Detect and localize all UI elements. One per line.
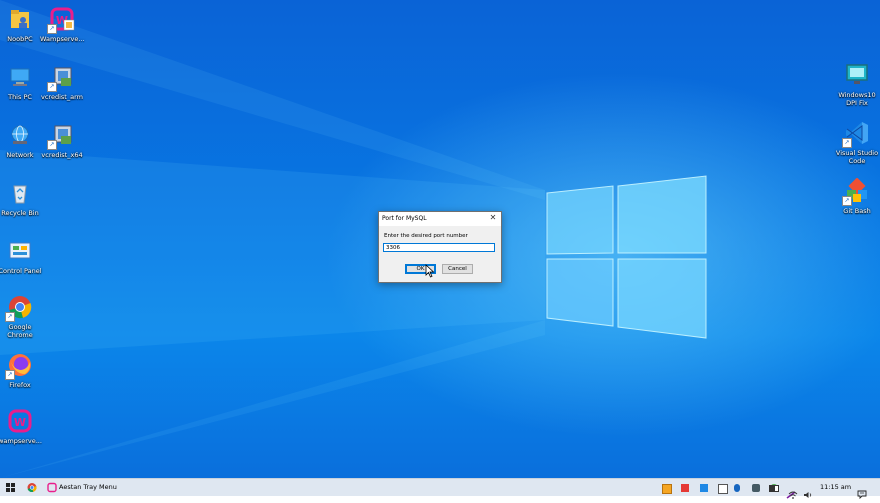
wampserver-icon: W ↗ [47,6,75,34]
desktop-icon-wampserver[interactable]: W ↗ Wampserve... [40,6,85,43]
dialog-title: Port for MySQL [382,215,427,222]
shortcut-arrow-icon: ↗ [842,196,852,206]
user-folder-icon [7,6,33,32]
desktop-icon-network[interactable]: Network [0,122,42,159]
tray-app-icon[interactable] [700,484,708,492]
network-icon [7,122,33,148]
tray-app-icon[interactable] [718,484,728,494]
wampserver-icon [47,482,57,493]
desktop-icon-recycle-bin[interactable]: Recycle Bin [0,180,42,217]
shortcut-arrow-icon: ↗ [5,312,15,322]
mouse-pointer-icon [425,264,435,278]
desktop-icon-label: Windows10 DPI Fix [838,91,876,107]
recycle-bin-icon [7,180,33,206]
taskbar-aestan-tray-menu[interactable]: Aestan Tray Menu [44,479,144,496]
wifi-icon[interactable] [788,484,798,499]
desktop-icon-vcredist-arm[interactable]: ↗ vcredist_arm [40,64,84,101]
start-button[interactable] [3,479,17,496]
shortcut-arrow-icon: ↗ [842,138,852,148]
this-pc-icon [7,64,33,90]
svg-text:W: W [14,416,26,429]
desktop-icon-label: Git Bash [843,207,871,215]
desktop-icon-wampserver-2[interactable]: W wampserve... [0,408,42,445]
monitor-icon [844,62,870,88]
desktop-icon-label: This PC [8,93,32,101]
port-input[interactable]: 3306 [383,243,495,252]
desktop-icon-label: Firefox [9,381,31,389]
shortcut-arrow-icon: ↗ [5,370,15,380]
shortcut-arrow-icon: ↗ [47,24,57,34]
desktop-icon-google-chrome[interactable]: ↗ Google Chrome [0,294,42,339]
desktop-icon-label: Wampserve... [40,35,85,43]
tray-app-icon[interactable] [752,484,760,492]
chrome-icon [27,483,37,493]
battery-icon[interactable] [769,485,779,492]
desktop-icon-label: Google Chrome [7,323,33,339]
desktop-icon-label: vcredist_x64 [41,151,83,159]
desktop-icon-control-panel[interactable]: Control Panel [0,238,42,275]
taskbar-chrome-button[interactable] [26,479,38,496]
shortcut-arrow-icon: ↗ [47,140,57,150]
cancel-button[interactable]: Cancel [442,264,473,274]
port-dialog: Port for MySQL ✕ Enter the desired port … [378,211,502,283]
close-icon[interactable]: ✕ [488,213,498,222]
desktop-icon-label: Recycle Bin [1,209,39,217]
installer-icon: ↗ [47,122,75,150]
desktop-icon-noobpc[interactable]: NoobPC [0,6,42,43]
desktop-icon-firefox[interactable]: ↗ Firefox [0,352,42,389]
wampserver-icon: W [7,408,33,434]
desktop-icon-label: vcredist_arm [41,93,83,101]
firefox-icon: ↗ [5,352,33,380]
desktop-icon-windows10-dpi-fix[interactable]: Windows10 DPI Fix [835,62,879,107]
desktop-icon-label: wampserve... [0,437,42,445]
taskbar-item-label: Aestan Tray Menu [59,483,117,491]
desktop-icon-label: Network [6,151,34,159]
tray-app-icon[interactable] [662,484,672,494]
shortcut-arrow-icon: ↗ [47,82,57,92]
volume-icon[interactable] [803,484,812,498]
desktop-icon-git-bash[interactable]: ↗ Git Bash [835,177,879,215]
desktop-icon-vcredist-x64[interactable]: ↗ vcredist_x64 [40,122,84,159]
tray-app-icon[interactable] [681,484,689,492]
git-icon: ↗ [842,177,870,206]
installer-icon: ↗ [47,64,75,92]
desktop-icon-label: Control Panel [0,267,42,275]
desktop: NoobPC W ↗ Wampserve... This PC ↗ vcredi… [0,0,880,478]
bluetooth-icon[interactable] [734,484,740,492]
windows-start-icon [6,483,15,492]
taskbar-clock[interactable]: 11:15 am [820,479,851,496]
desktop-icon-label: Visual Studio Code [835,149,879,165]
chrome-icon: ↗ [5,294,33,322]
notifications-icon[interactable] [857,484,867,500]
dialog-titlebar[interactable]: Port for MySQL ✕ [379,212,501,226]
desktop-icon-visual-studio-code[interactable]: ↗ Visual Studio Code [835,120,879,165]
control-panel-icon [7,238,33,264]
taskbar: Aestan Tray Menu 11:15 am [0,478,880,500]
dialog-prompt: Enter the desired port number [384,233,468,239]
vscode-icon: ↗ [842,120,870,148]
desktop-icon-this-pc[interactable]: This PC [0,64,42,101]
desktop-icon-label: NoobPC [7,35,33,43]
